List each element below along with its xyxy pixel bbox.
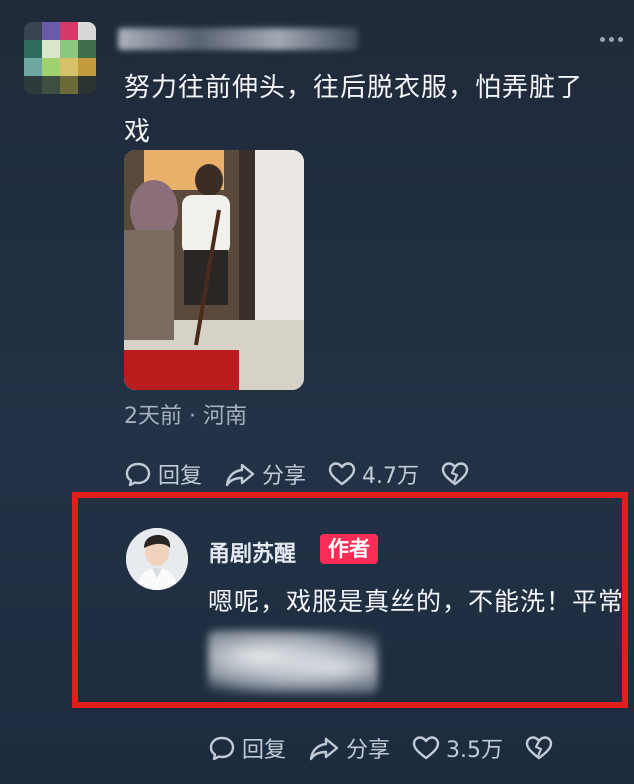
reply-text: 嗯呢，戏服是真丝的，不能洗！平常 — [208, 587, 625, 616]
like-count: 4.7万 — [362, 464, 420, 489]
reply-share-button[interactable]: 分享 — [308, 732, 390, 764]
comment-location: 河南 — [203, 404, 248, 429]
broken-heart-icon — [525, 735, 553, 761]
speech-bubble-icon — [208, 734, 236, 762]
reply-text-blurred — [208, 630, 378, 694]
comment-time: 2天前 — [124, 404, 182, 429]
dislike-button[interactable] — [441, 461, 469, 487]
like-button[interactable]: 4.7万 — [328, 458, 419, 490]
comment-photo[interactable] — [124, 150, 304, 390]
reply-dislike-button[interactable] — [525, 735, 553, 761]
reply-label: 回复 — [158, 464, 203, 489]
broken-heart-icon — [441, 461, 469, 487]
more-dots-icon[interactable] — [600, 34, 628, 44]
reply-like-count: 3.5万 — [446, 738, 504, 763]
heart-icon — [328, 461, 356, 487]
reply-button[interactable]: 回复 — [124, 458, 202, 490]
reply-reply-label: 回复 — [242, 738, 287, 763]
author-name[interactable]: 甬剧苏醒 — [208, 536, 296, 568]
comment-text-line1: 努力往前伸头，往后脱衣服，怕弄脏了戏 — [124, 73, 584, 147]
commenter-avatar[interactable] — [24, 22, 96, 94]
author-badge: 作者 — [320, 534, 378, 564]
meta-separator: · — [189, 404, 196, 429]
reply-share-label: 分享 — [346, 738, 391, 763]
reply-reply-button[interactable]: 回复 — [208, 732, 286, 764]
author-avatar[interactable] — [126, 528, 188, 590]
share-arrow-icon — [224, 460, 256, 488]
speech-bubble-icon — [124, 460, 152, 488]
reply-actions: 回复 分享 3.5万 — [208, 728, 575, 768]
reply-like-button[interactable]: 3.5万 — [412, 732, 503, 764]
comment-meta: 2天前 · 河南 — [124, 398, 247, 430]
share-arrow-icon — [308, 734, 340, 762]
heart-icon — [412, 735, 440, 761]
commenter-name-blurred — [118, 28, 358, 50]
share-button[interactable]: 分享 — [224, 458, 306, 490]
comment-actions: 回复 分享 4.7万 — [124, 454, 491, 494]
share-label: 分享 — [262, 464, 307, 489]
